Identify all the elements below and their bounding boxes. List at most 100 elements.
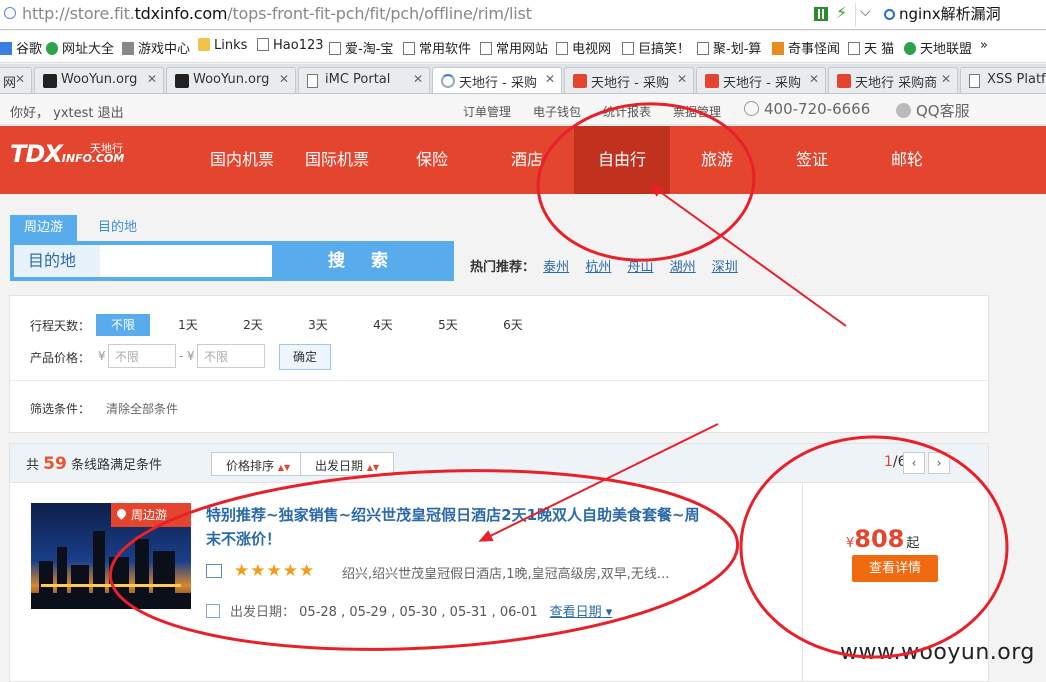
building-icon [206, 564, 222, 578]
tab-strip: 网 ✕ WooYun.org ✕ WooYun.org ✕ iMC Portal ✕ 天… [0, 64, 1046, 94]
tab-tiandixing-3[interactable]: 天地行 - 采购 ✕ [696, 67, 826, 93]
tdx-logo-icon [705, 74, 719, 88]
bookmarks-more[interactable]: » [980, 38, 988, 53]
view-dates-link[interactable]: 查看日期 ▾ [550, 605, 613, 620]
hot-recommendations: 热门推荐： 泰州 杭州 舟山 湖州 深圳 [470, 260, 738, 275]
nav-tours[interactable]: 旅游 [669, 126, 765, 194]
url-text[interactable]: http://store.fit.tdxinfo.com/tops-front-… [22, 4, 532, 23]
close-icon[interactable]: ✕ [279, 72, 289, 86]
product-features: 绍兴,绍兴世茂皇冠假日酒店,1晚,皇冠高级房,双早,无线... [342, 567, 670, 582]
bookmark-tv[interactable]: 电视网 [556, 38, 611, 57]
loading-spinner-icon [441, 74, 455, 88]
days-option-any[interactable]: 不限 [96, 314, 150, 336]
bookmark-software[interactable]: 常用软件 [403, 38, 471, 57]
page-icon [307, 74, 318, 88]
tab-wooyun-2[interactable]: WooYun.org ✕ [166, 67, 296, 93]
nav-domestic-flights[interactable]: 国内机票 [194, 126, 290, 194]
tab-tiandixing-4[interactable]: 天地行 采购商 ✕ [828, 67, 958, 93]
sort-by-price-button[interactable]: 价格排序 ▲▼ [211, 452, 306, 476]
link-invoice-management[interactable]: 票据管理 [673, 103, 721, 120]
hot-city-link[interactable]: 杭州 [585, 260, 611, 275]
sort-by-date-button[interactable]: 出发日期 ▲▼ [300, 452, 395, 476]
calendar-icon [206, 604, 220, 618]
link-statistics[interactable]: 统计报表 [603, 103, 651, 120]
bookmark-taobao[interactable]: 爱-淘-宝 [329, 38, 393, 57]
page-icon [329, 42, 341, 55]
close-icon[interactable]: ✕ [941, 72, 951, 86]
qq-service[interactable]: QQ客服 [896, 100, 970, 121]
nav-hotel[interactable]: 酒店 [479, 126, 575, 194]
bookmark-oddities[interactable]: 奇事怪闻 [772, 38, 840, 57]
lightning-icon[interactable]: ⚡ [836, 3, 847, 22]
tab-destination[interactable]: 目的地 [84, 215, 151, 241]
tab-xss-platform[interactable]: XSS Platf [960, 67, 1046, 93]
link-order-management[interactable]: 订单管理 [463, 103, 511, 120]
tab-0[interactable]: 网 ✕ [0, 67, 32, 93]
close-icon[interactable]: ✕ [413, 72, 423, 86]
tdx-logo-icon [573, 74, 587, 88]
chevron-down-icon[interactable]: ⌵ [860, 4, 871, 20]
bookmark-tiandi[interactable]: 天地联盟 [904, 38, 972, 57]
close-icon[interactable]: ✕ [147, 72, 157, 86]
site-logo[interactable]: TDXINFO.COM 天地行 [10, 140, 124, 168]
browser-search-box[interactable]: nginx解析漏洞 [884, 3, 1001, 24]
bookmark-juhuasuan[interactable]: 聚-划-算 [697, 38, 761, 57]
bookmark-common-sites[interactable]: 常用网站 [480, 38, 548, 57]
divider [10, 380, 988, 381]
search-button[interactable]: 搜 索 [272, 241, 454, 281]
bookmark-tmall[interactable]: 天 猫 [848, 38, 894, 57]
view-details-button[interactable]: 查看详情 [852, 555, 938, 582]
page-icon [403, 42, 415, 55]
close-icon[interactable]: ✕ [15, 72, 25, 86]
tab-tiandixing-active[interactable]: 天地行 - 采购 ✕ [432, 67, 562, 93]
sort-arrows-icon: ▲▼ [366, 463, 380, 472]
hot-city-link[interactable]: 深圳 [712, 260, 738, 275]
hot-city-link[interactable]: 舟山 [627, 260, 653, 275]
clear-all-conditions[interactable]: 清除全部条件 [106, 400, 178, 417]
page-icon [969, 74, 980, 88]
days-option-5[interactable]: 5天 [421, 314, 475, 336]
tab-tiandixing-2[interactable]: 天地行 - 采购 ✕ [564, 67, 694, 93]
bookmark-funny[interactable]: 巨搞笑！ [622, 38, 690, 57]
bookmark-google[interactable]: 谷歌 [0, 38, 42, 57]
days-option-6[interactable]: 6天 [486, 314, 540, 336]
hot-city-link[interactable]: 泰州 [543, 260, 569, 275]
nav-insurance[interactable]: 保险 [384, 126, 480, 194]
hot-city-link[interactable]: 湖州 [670, 260, 696, 275]
close-icon[interactable]: ✕ [809, 72, 819, 86]
user-greeting[interactable]: 你好， yxtest 退出 [10, 102, 124, 121]
nav-free-travel[interactable]: 自由行 [574, 126, 670, 194]
bookmark-logo-icon [904, 42, 916, 55]
max-price-input[interactable]: 不限 [197, 344, 265, 368]
departure-dates: 出发日期： 05-28 , 05-29 , 05-30 , 05-31 , 06… [206, 601, 612, 620]
gamepad-icon [122, 42, 134, 55]
bookmark-games[interactable]: 游戏中心 [122, 38, 190, 57]
tab-nearby-trips[interactable]: 周边游 [10, 215, 78, 241]
days-option-4[interactable]: 4天 [356, 314, 410, 336]
prev-page-button[interactable]: ‹ [903, 452, 925, 474]
address-bar[interactable]: http://store.fit.tdxinfo.com/tops-front-… [0, 0, 1046, 30]
bookmark-logo-icon [772, 42, 784, 55]
close-icon[interactable]: ✕ [545, 72, 555, 86]
filter-panel: 行程天数： 不限 1天 2天 3天 4天 5天 6天 产品价格： ¥ 不限 - … [9, 295, 989, 433]
days-option-2[interactable]: 2天 [226, 314, 280, 336]
min-price-input[interactable]: 不限 [108, 344, 176, 368]
tab-wooyun-1[interactable]: WooYun.org ✕ [34, 67, 164, 93]
tab-imc-portal[interactable]: iMC Portal ✕ [298, 67, 430, 93]
confirm-price-button[interactable]: 确定 [279, 344, 331, 370]
destination-input[interactable] [100, 245, 272, 277]
bookmark-sites[interactable]: 网址大全 [46, 38, 114, 57]
search-bar: 目的地 搜 索 [10, 241, 454, 281]
days-option-3[interactable]: 3天 [291, 314, 345, 336]
bookmark-links[interactable]: Links [198, 38, 247, 53]
nav-international-flights[interactable]: 国际机票 [289, 126, 385, 194]
nav-visa[interactable]: 签证 [764, 126, 860, 194]
close-icon[interactable]: ✕ [677, 72, 687, 86]
days-option-1[interactable]: 1天 [161, 314, 215, 336]
product-title-link[interactable]: 特别推荐~独家销售~绍兴世茂皇冠假日酒店2天1晚双人自助美食套餐~周末不涨价！ [206, 503, 706, 551]
link-e-wallet[interactable]: 电子钱包 [533, 103, 581, 120]
next-page-button[interactable]: › [928, 452, 950, 474]
qr-code-icon[interactable] [814, 7, 828, 21]
nav-cruise[interactable]: 邮轮 [859, 126, 955, 194]
bookmark-hao123[interactable]: Hao123 [257, 38, 324, 53]
